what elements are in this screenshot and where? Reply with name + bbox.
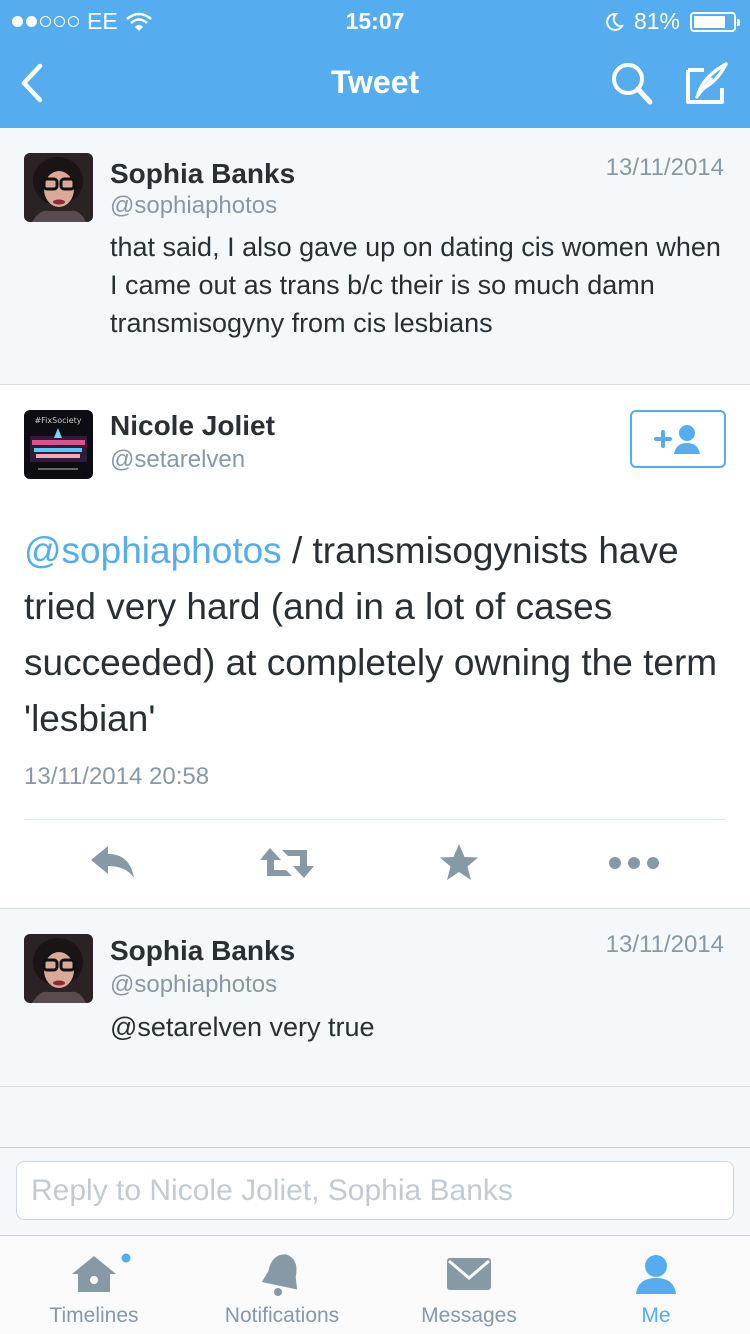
tab-notifications[interactable]: Notifications (188, 1236, 376, 1334)
tab-me[interactable]: Me (562, 1236, 750, 1334)
reply-bar (0, 1147, 750, 1235)
avatar[interactable]: #FixSociety (24, 410, 93, 479)
divider (24, 819, 726, 820)
avatar-caption: #FixSociety (34, 416, 81, 425)
tab-label: Notifications (224, 1304, 340, 1327)
star-icon (440, 844, 478, 880)
person-icon (636, 1255, 676, 1294)
more-button[interactable] (606, 840, 662, 891)
author-handle[interactable]: @setarelven (110, 446, 245, 474)
tab-label: Me (641, 1304, 671, 1327)
tab-timelines[interactable]: Timelines (0, 1236, 188, 1334)
bell-icon (261, 1254, 298, 1296)
compose-button[interactable] (682, 58, 732, 113)
tweet-text: @sophiaphotos / transmisogynists have tr… (24, 523, 720, 747)
avatar[interactable] (24, 934, 93, 1003)
tweet-text: that said, I also gave up on dating cis … (110, 232, 721, 338)
avatar[interactable] (24, 153, 93, 222)
tab-bar: Timelines Notifications Messages Me (0, 1235, 750, 1334)
status-bar: EE 15:07 81% (0, 0, 750, 40)
tweet-date: 13/11/2014 (605, 154, 724, 181)
battery-icon (690, 11, 740, 32)
favorite-button[interactable] (436, 840, 482, 891)
more-dots-icon (609, 857, 659, 869)
tab-label: Timelines (49, 1304, 139, 1327)
tweet-date: 13/11/2014 (605, 931, 724, 958)
author-name[interactable]: Sophia Banks (110, 935, 295, 967)
author-name[interactable]: Nicole Joliet (110, 410, 275, 442)
follow-button[interactable] (630, 410, 726, 468)
retweet-button[interactable] (258, 840, 316, 891)
reply-input[interactable] (16, 1161, 734, 1220)
tweet-timestamp: 13/11/2014 20:58 (24, 763, 210, 790)
envelope-icon (447, 1258, 491, 1290)
reply-button[interactable] (88, 840, 138, 891)
add-user-icon (654, 425, 700, 454)
search-icon (612, 63, 653, 105)
reply-tweet[interactable]: Sophia Banks @sophiaphotos 13/11/2014 @s… (0, 909, 750, 1087)
moon-icon (606, 12, 624, 31)
battery-percent: 81% (633, 8, 680, 34)
reply-icon (91, 846, 134, 878)
tweet-text: @setarelven very true (110, 1012, 375, 1042)
mention-link[interactable]: @sophiaphotos (24, 530, 282, 571)
focused-tweet: #FixSociety Nicole Joliet @setarelven @s… (0, 385, 750, 909)
author-handle[interactable]: @sophiaphotos (110, 971, 277, 999)
unread-dot (121, 1253, 131, 1263)
search-button[interactable] (608, 58, 656, 113)
conversation-tweet[interactable]: Sophia Banks @sophiaphotos 13/11/2014 th… (0, 128, 750, 385)
header: EE 15:07 81% Tweet (0, 0, 750, 128)
compose-icon (686, 62, 728, 104)
author-handle[interactable]: @sophiaphotos (110, 192, 277, 220)
retweet-icon (260, 848, 314, 878)
author-name[interactable]: Sophia Banks (110, 158, 295, 190)
home-icon (72, 1253, 131, 1292)
tab-messages[interactable]: Messages (375, 1236, 563, 1334)
tab-label: Messages (421, 1304, 517, 1327)
